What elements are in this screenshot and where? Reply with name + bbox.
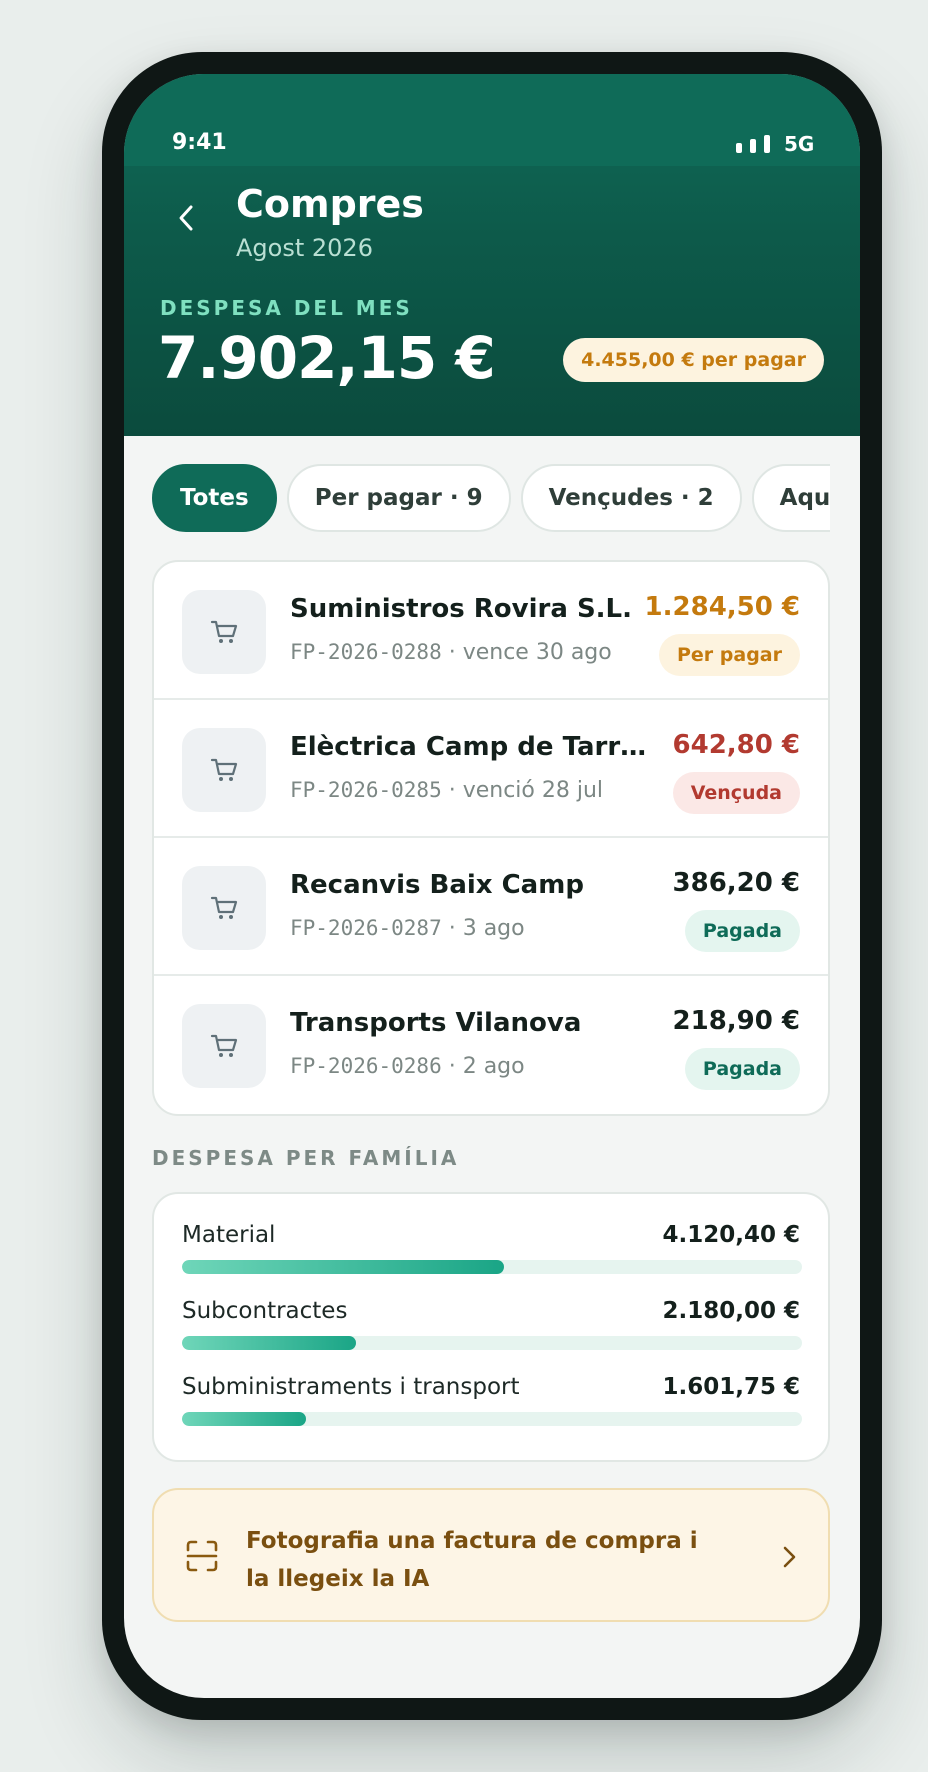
filter-chips: TotesPer pagar · 9Vençudes · 2Aquest mes — [152, 464, 830, 534]
month-spend-label: DESPESA DEL MES — [160, 296, 413, 320]
family-value: 1.601,75 € — [662, 1374, 800, 1400]
page-title: Compres — [236, 182, 424, 226]
invoice-ref: FP-2026-0288 — [290, 640, 442, 664]
header: 9:41 5G Compres Agost 2026 DESPESA DEL M… — [124, 74, 860, 436]
chevron-left-icon — [179, 205, 193, 231]
invoice-date: · vence 30 ago — [448, 640, 612, 665]
family-bar-track — [182, 1336, 802, 1350]
invoice-row[interactable]: Transports Vilanova FP-2026-0286 · 2 ago 2… — [154, 976, 828, 1114]
scan-invoice-button[interactable]: Fotografia una factura de compra i la ll… — [152, 1488, 830, 1622]
invoice-meta: FP-2026-0286 · 2 ago — [290, 1054, 525, 1079]
family-value: 4.120,40 € — [662, 1222, 800, 1248]
supplier-name: Suministros Rovira S.L. — [290, 594, 632, 624]
family-value: 2.180,00 € — [662, 1298, 800, 1324]
family-name: Subcontractes — [182, 1298, 348, 1324]
signal-icon — [736, 135, 770, 153]
family-section-title: DESPESA PER FAMÍLIA — [152, 1146, 460, 1170]
invoice-ref: FP-2026-0287 — [290, 916, 442, 940]
phone-screen: 9:41 5G Compres Agost 2026 DESPESA DEL M… — [124, 74, 860, 1698]
family-name: Subministraments i transport — [182, 1374, 520, 1400]
invoice-row[interactable]: Elèctrica Camp de Tarragona FP-2026-0285 … — [154, 700, 828, 838]
status-badge: Pagada — [684, 910, 800, 952]
status-badge: Vençuda — [672, 772, 800, 814]
family-row: Material 4.120,40 € — [182, 1222, 802, 1298]
status-badge: Pagada — [684, 1048, 800, 1090]
family-spend-card: Material 4.120,40 € Subcontractes 2.180,00 … — [152, 1192, 830, 1462]
family-bar-fill — [182, 1260, 505, 1274]
page-subtitle: Agost 2026 — [236, 234, 373, 262]
cart-icon — [182, 728, 266, 812]
network-label: 5G — [784, 132, 815, 156]
scan-icon — [186, 1540, 218, 1572]
status-time: 9:41 — [172, 130, 227, 155]
invoice-amount: 1.284,50 € — [644, 592, 800, 622]
invoice-row[interactable]: Suministros Rovira S.L. FP-2026-0288 · ve… — [154, 562, 828, 700]
invoice-row[interactable]: Recanvis Baix Camp FP-2026-0287 · 3 ago 38… — [154, 838, 828, 976]
app-stage: 9:41 5G Compres Agost 2026 DESPESA DEL M… — [0, 0, 928, 1772]
filter-chip[interactable]: Totes — [152, 464, 277, 532]
family-bar-fill — [182, 1336, 356, 1350]
invoice-date: · 2 ago — [448, 1054, 525, 1079]
family-bar-fill — [182, 1412, 306, 1426]
back-button[interactable] — [166, 198, 206, 238]
filter-chip[interactable]: Vençudes · 2 — [520, 464, 742, 532]
invoice-amount: 386,20 € — [672, 868, 800, 898]
invoice-amount: 642,80 € — [672, 730, 800, 760]
cart-icon — [182, 590, 266, 674]
family-row: Subcontractes 2.180,00 € — [182, 1298, 802, 1374]
pending-badge: 4.455,00 € per pagar — [563, 338, 824, 382]
family-name: Material — [182, 1222, 276, 1248]
family-bar-track — [182, 1260, 802, 1274]
invoice-meta: FP-2026-0287 · 3 ago — [290, 916, 525, 941]
invoice-amount: 218,90 € — [672, 1006, 800, 1036]
invoice-ref: FP-2026-0286 — [290, 1054, 442, 1078]
status-badge: Per pagar — [658, 634, 800, 676]
cart-icon — [182, 866, 266, 950]
status-bar: 9:41 5G — [124, 74, 860, 166]
invoice-date: · venció 28 jul — [448, 778, 604, 803]
month-spend-total: 7.902,15 € — [158, 324, 496, 392]
family-row: Subministraments i transport 1.601,75 € — [182, 1374, 802, 1450]
supplier-name: Transports Vilanova — [290, 1008, 582, 1038]
invoice-date: · 3 ago — [448, 916, 525, 941]
cart-icon — [182, 1004, 266, 1088]
supplier-name: Elèctrica Camp de Tarragona — [290, 732, 660, 762]
invoice-meta: FP-2026-0285 · venció 28 jul — [290, 778, 603, 803]
chevron-right-icon — [783, 1546, 796, 1568]
supplier-name: Recanvis Baix Camp — [290, 870, 584, 900]
family-bar-track — [182, 1412, 802, 1426]
invoice-ref: FP-2026-0285 — [290, 778, 442, 802]
filter-chip[interactable]: Aquest mes — [751, 464, 830, 532]
invoice-meta: FP-2026-0288 · vence 30 ago — [290, 640, 612, 665]
invoice-list: Suministros Rovira S.L. FP-2026-0288 · ve… — [152, 560, 830, 1116]
scan-invoice-label: Fotografia una factura de compra i la ll… — [246, 1528, 698, 1592]
filter-chip[interactable]: Per pagar · 9 — [286, 464, 511, 532]
